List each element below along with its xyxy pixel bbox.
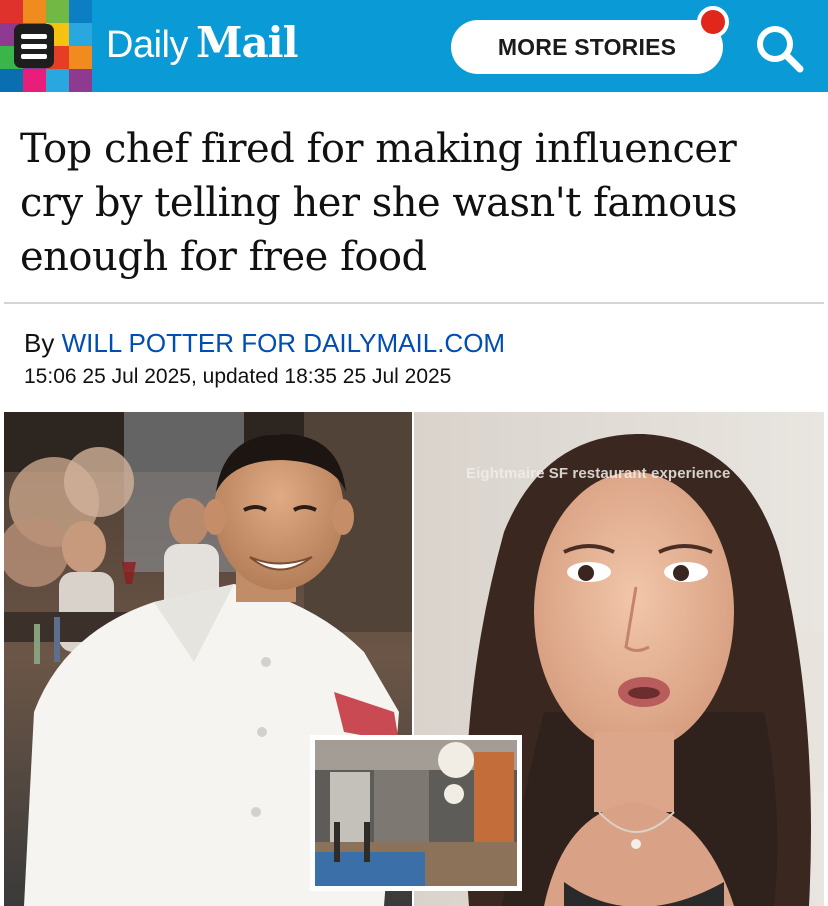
- search-icon[interactable]: [752, 20, 808, 76]
- menu-grid-tile: [69, 46, 92, 69]
- site-header: Daily Mail MORE STORIES: [0, 0, 828, 92]
- hero-image-graphic: [4, 412, 824, 906]
- logo-daily-text: Daily: [106, 24, 188, 66]
- article-timestamp: 15:06 25 Jul 2025, updated 18:35 25 Jul …: [24, 365, 452, 388]
- notification-dot: [697, 6, 729, 38]
- menu-grid-tile: [0, 69, 23, 92]
- logo-mail-text: Mail: [195, 18, 299, 67]
- menu-grid-tile: [0, 0, 23, 23]
- author-link[interactable]: WILL POTTER FOR DAILYMAIL.COM: [62, 328, 506, 358]
- article-hero-image[interactable]: [4, 412, 824, 906]
- menu-grid-tile: [46, 0, 69, 23]
- menu-grid-tile: [46, 69, 69, 92]
- menu-grid-tile: [23, 69, 46, 92]
- video-overlay-caption: Eightmaire SF restaurant experience: [466, 465, 731, 482]
- article-headline: Top chef fired for making influencer cry…: [20, 126, 738, 280]
- headline-divider: [4, 302, 824, 304]
- more-stories-button[interactable]: MORE STORIES: [451, 20, 723, 74]
- byline-prefix: By: [24, 328, 62, 358]
- byline: By WILL POTTER FOR DAILYMAIL.COM: [24, 328, 505, 359]
- menu-icon[interactable]: [14, 24, 54, 68]
- menu-grid-tile: [69, 23, 92, 46]
- menu-grid-tile: [69, 69, 92, 92]
- site-logo[interactable]: Daily Mail: [106, 18, 299, 74]
- menu-grid-tile: [23, 0, 46, 23]
- menu-grid-tile: [69, 0, 92, 23]
